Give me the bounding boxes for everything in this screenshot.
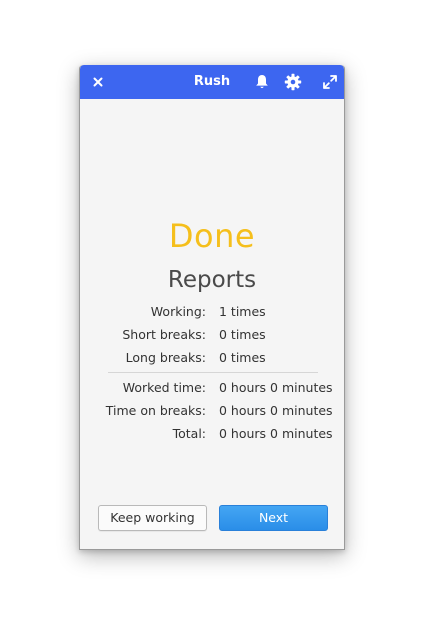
report-value: 0 hours 0 minutes: [219, 426, 333, 441]
report-row-total: Total: 0 hours 0 minutes: [80, 426, 344, 446]
report-value: 0 hours 0 minutes: [219, 403, 333, 418]
status-title: Done: [168, 217, 256, 255]
next-button[interactable]: Next: [219, 505, 328, 531]
maximize-icon[interactable]: [320, 72, 340, 92]
reports-heading: Reports: [167, 267, 257, 293]
report-label: Worked time:: [122, 380, 206, 395]
close-icon[interactable]: [89, 73, 107, 91]
report-value: 0 hours 0 minutes: [219, 380, 333, 395]
report-value: 0 times: [219, 350, 266, 365]
report-row-time-on-breaks: Time on breaks: 0 hours 0 minutes: [80, 403, 344, 423]
window-title: Rush: [193, 74, 231, 89]
report-value: 0 times: [219, 327, 266, 342]
report-label: Short breaks:: [122, 327, 206, 342]
report-label: Time on breaks:: [105, 403, 206, 418]
report-label: Total:: [172, 426, 206, 441]
app-window: Rush Done Reports Working: 1 times Short…: [79, 65, 345, 550]
report-label: Working:: [150, 304, 206, 319]
report-row-long-breaks: Long breaks: 0 times: [80, 350, 344, 370]
titlebar[interactable]: Rush: [80, 65, 344, 99]
keep-working-button[interactable]: Keep working: [98, 505, 207, 531]
report-row-short-breaks: Short breaks: 0 times: [80, 327, 344, 347]
report-view: Done Reports Working: 1 times Short brea…: [80, 99, 344, 549]
gear-icon[interactable]: [283, 72, 303, 92]
bell-icon[interactable]: [252, 72, 272, 92]
report-divider: [108, 372, 318, 373]
report-row-worked-time: Worked time: 0 hours 0 minutes: [80, 380, 344, 400]
report-label: Long breaks:: [125, 350, 206, 365]
report-row-working: Working: 1 times: [80, 304, 344, 324]
report-value: 1 times: [219, 304, 266, 319]
